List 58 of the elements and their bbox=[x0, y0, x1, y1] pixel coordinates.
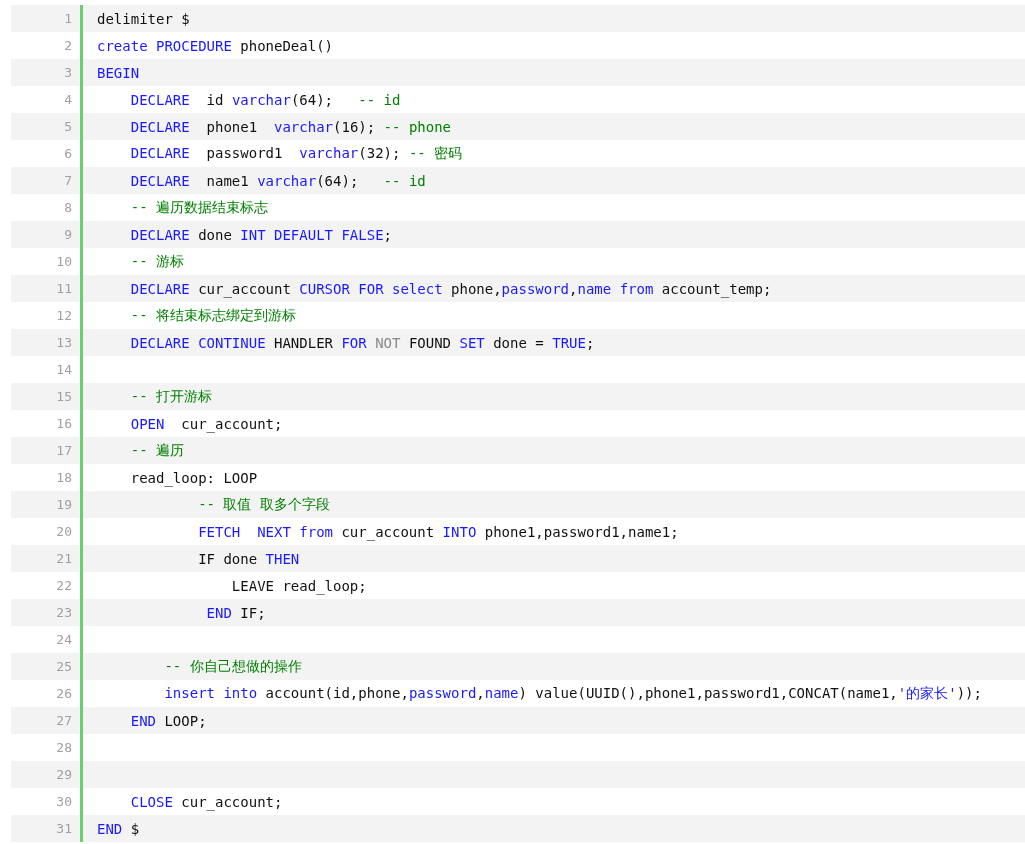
code-line: -- 游标 bbox=[129, 253, 184, 269]
line-number: 8 bbox=[64, 200, 72, 215]
code-line: BEGIN bbox=[97, 64, 140, 81]
line-number: 12 bbox=[56, 308, 72, 323]
code-line: insert into account(id,phone,password,name) value(UUID(),phone1,password1,CONCAT(name1,'的家长')); bbox=[163, 685, 982, 701]
line-number: 25 bbox=[56, 659, 72, 674]
line-number: 31 bbox=[56, 821, 72, 836]
code-line: LEAVE read_loop; bbox=[230, 577, 367, 594]
line-number: 27 bbox=[56, 713, 72, 728]
line-number: 13 bbox=[56, 335, 72, 350]
code-line: OPEN cur_account; bbox=[129, 415, 283, 432]
code-line: -- 遍历 bbox=[129, 442, 184, 458]
code-line: DECLARE cur_account CURSOR FOR select phone,password,name from account_temp; bbox=[129, 280, 772, 297]
code-line: DECLARE id varchar(64); -- id bbox=[129, 91, 401, 108]
code-line: DECLARE phone1 varchar(16); -- phone bbox=[129, 118, 452, 135]
line-number: 22 bbox=[56, 578, 72, 593]
line-number: 10 bbox=[56, 254, 72, 269]
line-number: 24 bbox=[56, 632, 72, 647]
code-line: END LOOP; bbox=[129, 712, 207, 729]
line-number: 17 bbox=[56, 443, 72, 458]
code-line: -- 将结束标志绑定到游标 bbox=[129, 307, 296, 323]
line-number: 3 bbox=[64, 65, 72, 80]
code-line: DECLARE CONTINUE HANDLER FOR NOT FOUND SET done = TRUE; bbox=[129, 334, 595, 351]
line-number: 15 bbox=[56, 389, 72, 404]
line-number: 4 bbox=[64, 92, 72, 107]
line-number: 21 bbox=[56, 551, 72, 566]
code-line: DECLARE password1 varchar(32); -- 密码 bbox=[129, 145, 463, 161]
line-number: 19 bbox=[56, 497, 72, 512]
line-number: 7 bbox=[64, 173, 72, 188]
line-number: 28 bbox=[56, 740, 72, 755]
line-number: 14 bbox=[56, 362, 72, 377]
code-line: END IF; bbox=[205, 604, 266, 621]
code-line: DECLARE done INT DEFAULT FALSE; bbox=[129, 226, 393, 243]
code-line: -- 取值 取多个字段 bbox=[197, 496, 330, 512]
line-number: 18 bbox=[56, 470, 72, 485]
code-line: CLOSE cur_account; bbox=[129, 793, 283, 810]
line-number: 11 bbox=[56, 281, 72, 296]
code-line: delimiter $ bbox=[97, 10, 190, 27]
code-line: -- 遍历数据结束标志 bbox=[129, 199, 268, 215]
code-line: END $ bbox=[97, 820, 140, 837]
code-line: IF done THEN bbox=[197, 550, 300, 567]
line-number: 2 bbox=[64, 38, 72, 53]
line-number: 26 bbox=[56, 686, 72, 701]
line-number: 6 bbox=[64, 146, 72, 161]
line-number: 23 bbox=[56, 605, 72, 620]
code-line: -- 你自己想做的操作 bbox=[163, 658, 302, 674]
code-line: read_loop: LOOP bbox=[129, 469, 258, 486]
line-number: 1 bbox=[64, 11, 72, 26]
code-line: FETCH NEXT from cur_account INTO phone1,password1,name1; bbox=[197, 523, 679, 540]
line-number: 20 bbox=[56, 524, 72, 539]
code-line: create PROCEDURE phoneDeal() bbox=[97, 37, 333, 54]
code-line: -- 打开游标 bbox=[129, 388, 212, 404]
line-number: 29 bbox=[56, 767, 72, 782]
line-number: 30 bbox=[56, 794, 72, 809]
line-number: 9 bbox=[64, 227, 72, 242]
line-number: 16 bbox=[56, 416, 72, 431]
code-line: DECLARE name1 varchar(64); -- id bbox=[129, 172, 426, 189]
line-number: 5 bbox=[64, 119, 72, 134]
